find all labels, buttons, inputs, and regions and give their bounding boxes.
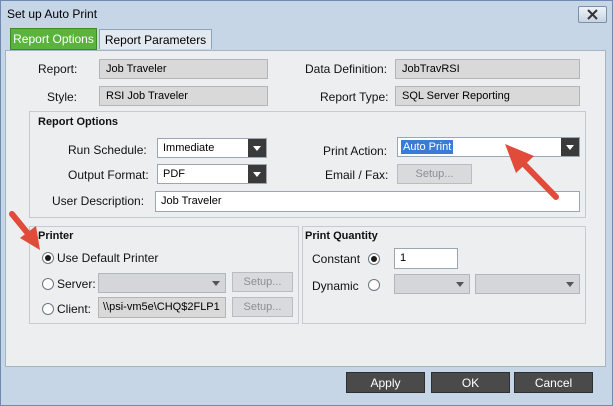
dynamic-radio[interactable] <box>368 279 380 291</box>
server-select[interactable] <box>98 273 226 293</box>
chevron-down-icon[interactable] <box>248 165 266 183</box>
email-setup-button[interactable]: Setup... <box>397 164 472 184</box>
print-action-select[interactable]: Auto Print <box>397 137 580 157</box>
server-radio[interactable] <box>42 278 54 290</box>
apply-button[interactable]: Apply <box>346 372 425 393</box>
client-field[interactable]: \\psi-vm5e\CHQ$2FLP1 <box>98 297 226 318</box>
server-label[interactable]: Server: <box>57 277 96 291</box>
user-description-input[interactable]: Job Traveler <box>155 191 580 212</box>
client-setup-button[interactable]: Setup... <box>232 297 293 317</box>
report-field: Job Traveler <box>99 59 268 79</box>
run-schedule-select[interactable]: Immediate <box>157 138 267 158</box>
constant-label[interactable]: Constant <box>312 252 360 266</box>
dynamic-select-1[interactable] <box>394 274 470 294</box>
use-default-printer-label[interactable]: Use Default Printer <box>57 251 158 265</box>
chevron-down-icon[interactable] <box>207 274 225 292</box>
output-format-label: Output Format: <box>68 168 149 182</box>
email-fax-label: Email / Fax: <box>325 168 389 182</box>
radio-selected-dot <box>45 255 51 261</box>
close-button[interactable] <box>578 6 607 23</box>
data-definition-label: Data Definition: <box>305 62 388 76</box>
report-label: Report: <box>38 62 78 76</box>
output-format-select[interactable]: PDF <box>157 164 267 184</box>
window-title: Set up Auto Print <box>7 7 98 21</box>
print-action-label: Print Action: <box>323 144 388 158</box>
cancel-button[interactable]: Cancel <box>514 372 593 393</box>
tab-report-options[interactable]: Report Options <box>10 28 97 50</box>
report-options-heading: Report Options <box>38 116 119 128</box>
data-definition-field: JobTravRSI <box>395 59 580 79</box>
dynamic-label[interactable]: Dynamic <box>312 279 359 293</box>
output-format-value: PDF <box>163 168 185 180</box>
chevron-down-icon[interactable] <box>451 275 469 293</box>
dynamic-select-2[interactable] <box>475 274 580 294</box>
constant-radio[interactable] <box>368 253 380 265</box>
print-action-value: Auto Print <box>401 140 454 154</box>
run-schedule-label: Run Schedule: <box>68 143 147 157</box>
run-schedule-value: Immediate <box>163 142 215 154</box>
report-type-label: Report Type: <box>320 90 389 104</box>
client-radio[interactable] <box>42 303 54 315</box>
user-description-label: User Description: <box>52 194 145 208</box>
server-setup-button[interactable]: Setup... <box>232 272 293 292</box>
print-quantity-heading: Print Quantity <box>305 230 378 242</box>
close-icon <box>587 9 598 20</box>
style-label: Style: <box>47 90 78 104</box>
use-default-printer-radio[interactable] <box>42 252 54 264</box>
constant-quantity-input[interactable]: 1 <box>394 248 458 269</box>
style-field: RSI Job Traveler <box>99 86 268 106</box>
chevron-down-icon[interactable] <box>248 139 266 157</box>
chevron-down-icon[interactable] <box>561 138 579 156</box>
tab-report-parameters[interactable]: Report Parameters <box>99 29 212 49</box>
ok-button[interactable]: OK <box>431 372 510 393</box>
printer-heading: Printer <box>38 230 74 242</box>
chevron-down-icon[interactable] <box>561 275 579 293</box>
client-label[interactable]: Client: <box>57 302 91 316</box>
report-type-field: SQL Server Reporting <box>395 86 580 106</box>
radio-selected-dot <box>371 256 377 262</box>
title-bar[interactable]: Set up Auto Print <box>1 1 610 26</box>
